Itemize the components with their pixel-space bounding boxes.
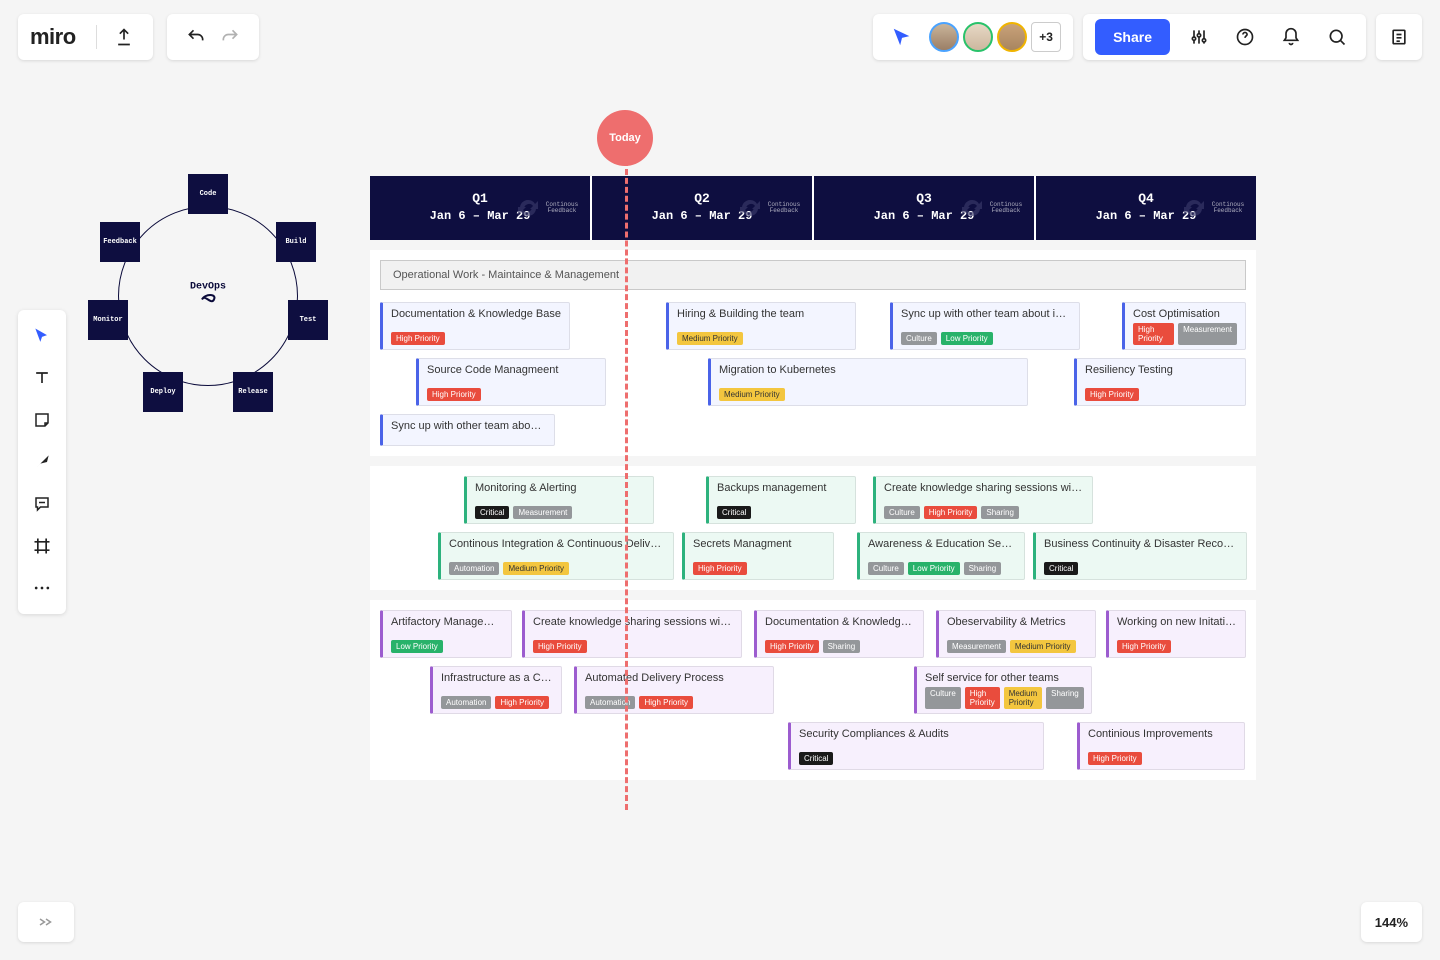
- card[interactable]: Artifactory ManagementLow Priority: [380, 610, 512, 658]
- card[interactable]: Resiliency TestingHigh Priority: [1074, 358, 1246, 406]
- comment-tool[interactable]: [24, 486, 60, 522]
- undo-redo-box: [167, 14, 259, 60]
- undo-icon[interactable]: [179, 20, 213, 54]
- card[interactable]: Create knowledge sharing sessions with o…: [522, 610, 742, 658]
- card[interactable]: Create knowledge sharing sessions with o…: [873, 476, 1093, 524]
- text-tool[interactable]: [24, 360, 60, 396]
- cycle-node-monitor[interactable]: Monitor: [88, 300, 128, 340]
- lane-green: Monitoring & AlertingCriticalMeasurement…: [370, 466, 1256, 590]
- cursor-follow-icon[interactable]: [885, 20, 919, 54]
- settings-sliders-icon[interactable]: [1182, 20, 1216, 54]
- frame-tool[interactable]: [24, 528, 60, 564]
- more-tools[interactable]: [24, 570, 60, 606]
- avatar[interactable]: [997, 22, 1027, 52]
- cycle-node-build[interactable]: Build: [276, 222, 316, 262]
- card[interactable]: Secrets ManagmentHigh Priority: [682, 532, 834, 580]
- bell-icon[interactable]: [1274, 20, 1308, 54]
- devops-cycle[interactable]: DevOps Code Build Test Release Deploy Mo…: [88, 176, 328, 416]
- card[interactable]: Security Compliances & AuditsCritical: [788, 722, 1044, 770]
- avatar-stack: +3: [929, 22, 1061, 52]
- card[interactable]: Cost OptimisationHigh PriorityMeasuremen…: [1122, 302, 1246, 350]
- quarter-q2: Q2Jan 6 – Mar 29 Continous Feedback: [592, 176, 814, 240]
- zoom-indicator[interactable]: 144%: [1361, 902, 1422, 942]
- export-icon[interactable]: [107, 20, 141, 54]
- card[interactable]: Migration to KubernetesMedium Priority: [708, 358, 1028, 406]
- select-tool[interactable]: [24, 318, 60, 354]
- avatar[interactable]: [929, 22, 959, 52]
- card[interactable]: Sync up with other team about intiatives: [380, 414, 555, 446]
- cycle-node-code[interactable]: Code: [188, 174, 228, 214]
- topbar: miro: [18, 14, 1422, 62]
- avatar-overflow[interactable]: +3: [1031, 22, 1061, 52]
- help-icon[interactable]: [1228, 20, 1262, 54]
- notes-box[interactable]: [1376, 14, 1422, 60]
- card[interactable]: Documentation & Knowledge BaseHigh Prior…: [380, 302, 570, 350]
- card[interactable]: Obeservability & MetricsMeasurementMediu…: [936, 610, 1096, 658]
- roadmap[interactable]: Q1Jan 6 – Mar 29 Continous Feedback Q2Ja…: [370, 176, 1256, 780]
- card[interactable]: Automated Delivery ProcessAutomationHigh…: [574, 666, 774, 714]
- collapse-toolbar[interactable]: [18, 902, 74, 942]
- redo-icon[interactable]: [213, 20, 247, 54]
- today-bubble: Today: [597, 110, 653, 166]
- quarter-q1: Q1Jan 6 – Mar 29 Continous Feedback: [370, 176, 592, 240]
- cycle-node-release[interactable]: Release: [233, 372, 273, 412]
- card[interactable]: Awareness & Education SesionsCultureLow …: [857, 532, 1025, 580]
- card[interactable]: Infrastructure as a CodeAutomationHigh P…: [430, 666, 562, 714]
- actions-box: Share: [1083, 14, 1366, 60]
- quarter-q3: Q3Jan 6 – Mar 29 Continous Feedback: [814, 176, 1036, 240]
- card[interactable]: Working on new Initatives & IdeasHigh Pr…: [1106, 610, 1246, 658]
- devops-center: DevOps: [190, 282, 226, 311]
- logo[interactable]: miro: [30, 24, 76, 50]
- avatar[interactable]: [963, 22, 993, 52]
- card[interactable]: Monitoring & AlertingCriticalMeasurement: [464, 476, 654, 524]
- card[interactable]: Sync up with other team about intiatives…: [890, 302, 1080, 350]
- card[interactable]: Documentation & Knowledge BaseHigh Prior…: [754, 610, 924, 658]
- cycle-node-test[interactable]: Test: [288, 300, 328, 340]
- card[interactable]: Business Continuity & Disaster RecoveryC…: [1033, 532, 1247, 580]
- card[interactable]: Continious ImprovementsHigh Priority: [1077, 722, 1245, 770]
- sticky-tool[interactable]: [24, 402, 60, 438]
- card[interactable]: Self service for other teamsCultureHigh …: [914, 666, 1092, 714]
- lane-blue: Operational Work - Maintaince & Manageme…: [370, 250, 1256, 456]
- card[interactable]: Backups managementCritical: [706, 476, 856, 524]
- share-button[interactable]: Share: [1095, 19, 1170, 55]
- tool-rail: [18, 310, 66, 614]
- lane-purple: Artifactory ManagementLow Priority Creat…: [370, 600, 1256, 780]
- cycle-node-deploy[interactable]: Deploy: [143, 372, 183, 412]
- cycle-node-feedback[interactable]: Feedback: [100, 222, 140, 262]
- ops-bar[interactable]: Operational Work - Maintaince & Manageme…: [380, 260, 1246, 290]
- notes-icon: [1389, 27, 1409, 47]
- card[interactable]: Continous Integration & Continuous Deliv…: [438, 532, 674, 580]
- collab-box: +3: [873, 14, 1073, 60]
- search-icon[interactable]: [1320, 20, 1354, 54]
- logo-box: miro: [18, 14, 153, 60]
- quarter-header: Q1Jan 6 – Mar 29 Continous Feedback Q2Ja…: [370, 176, 1256, 240]
- card[interactable]: Hiring & Building the teamMedium Priorit…: [666, 302, 856, 350]
- line-tool[interactable]: [24, 444, 60, 480]
- quarter-q4: Q4Jan 6 – Mar 29 Continous Feedback: [1036, 176, 1256, 240]
- canvas[interactable]: miro: [0, 0, 1440, 960]
- card[interactable]: Source Code ManagmeentHigh Priority: [416, 358, 606, 406]
